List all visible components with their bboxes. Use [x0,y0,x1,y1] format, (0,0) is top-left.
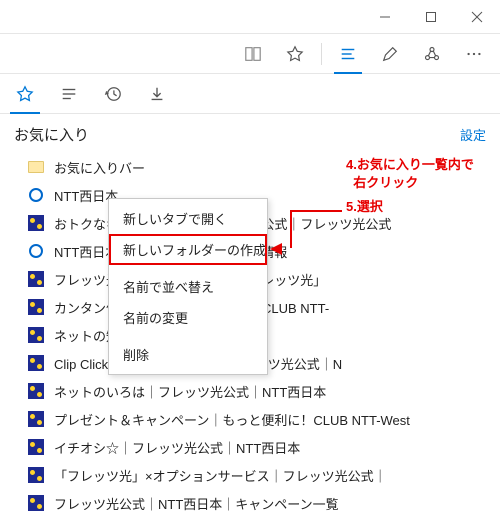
folder-icon [28,159,44,175]
book-icon [244,45,262,63]
tab-favorites[interactable] [8,74,42,114]
hub-button[interactable] [328,34,368,74]
site-icon [28,355,44,371]
share-icon [423,45,441,63]
close-button[interactable] [454,0,500,34]
maximize-button[interactable] [408,0,454,34]
callout-step5: 5.選択 [346,198,383,216]
callout-text: 5.選択 [346,199,383,214]
tab-history[interactable] [96,74,130,114]
minimize-button[interactable] [362,0,408,34]
favorite-item[interactable]: プレゼント＆キャンペーン｜もっと便利に！CLUB NTT-West [6,405,494,433]
tab-downloads[interactable] [140,74,174,114]
site-icon [28,243,44,259]
toolbar-separator [321,43,322,65]
context-menu-item[interactable]: 新しいタブで開く [109,203,267,234]
site-icon [28,215,44,231]
reading-list-icon [60,85,78,103]
download-icon [148,85,166,103]
favorite-label: プレゼント＆キャンペーン｜もっと便利に！CLUB NTT-West [54,410,488,429]
web-note-button[interactable] [370,34,410,74]
context-menu-item[interactable]: 名前で並べ替え [109,271,267,302]
history-icon [104,85,122,103]
window-titlebar [0,0,500,34]
browser-toolbar [0,34,500,74]
favorite-label: イチオシ☆｜フレッツ光公式｜NTT西日本 [54,438,488,457]
favorite-label: ネットのいろは｜フレッツ光公式｜NTT西日本 [54,382,488,401]
tab-reading-list[interactable] [52,74,86,114]
favorite-item[interactable]: ネットのいろは｜フレッツ光公式｜NTT西日本 [6,377,494,405]
site-icon [28,383,44,399]
more-icon [465,45,483,63]
more-button[interactable] [454,34,494,74]
star-icon [16,85,34,103]
page-title: お気に入り [14,124,89,145]
callout-text: 右クリック [353,175,418,190]
callout-arrow-line [290,210,342,248]
pen-icon [381,45,399,63]
callout-step4: 4.お気に入り一覧内で 右クリック [346,156,474,191]
favorite-label: 「フレッツ光」×オプションサービス｜フレッツ光公式｜ [54,466,488,485]
context-menu: 新しいタブで開く新しいフォルダーの作成名前で並べ替え名前の変更削除 [108,198,268,375]
context-menu-item[interactable]: 削除 [109,339,267,370]
favorites-settings-link[interactable]: 設定 [460,125,486,144]
site-icon [28,299,44,315]
favorites-pane-header: お気に入り 設定 [0,114,500,153]
favorite-item[interactable]: 「フレッツ光」×オプションサービス｜フレッツ光公式｜ [6,461,494,489]
site-icon [28,467,44,483]
favorite-label: フレッツ光公式｜NTT西日本｜キャンペーン一覧 [54,494,488,513]
site-icon [28,271,44,287]
callout-text: 4.お気に入り一覧内で [346,157,474,172]
share-button[interactable] [412,34,452,74]
site-icon [28,411,44,427]
favorite-item[interactable]: イチオシ☆｜フレッツ光公式｜NTT西日本 [6,433,494,461]
reading-view-button[interactable] [233,34,273,74]
favorite-item[interactable]: フレッツ光公式｜NTT西日本｜キャンペーン一覧 [6,489,494,517]
site-icon [28,439,44,455]
callout-arrow-head [270,243,282,255]
site-icon [28,187,44,203]
context-menu-item[interactable]: 新しいフォルダーの作成 [109,234,267,265]
context-menu-item[interactable]: 名前の変更 [109,302,267,333]
site-icon [28,495,44,511]
hub-tabs [0,74,500,114]
site-icon [28,327,44,343]
star-icon [286,45,304,63]
hub-icon [339,45,357,63]
add-favorite-button[interactable] [275,34,315,74]
